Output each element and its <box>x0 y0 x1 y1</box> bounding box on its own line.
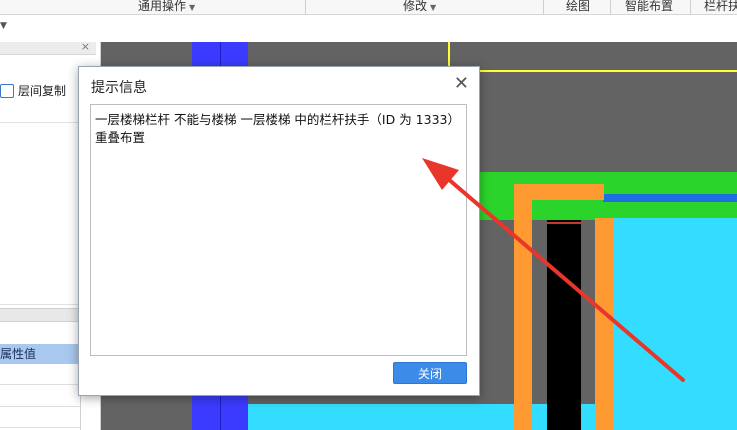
chevron-down-icon: ▼ <box>189 3 196 12</box>
ribbon-bar: 通用操作 ▼ 修改 ▼ 绘图 智能布置 栏杆扶 <box>0 0 737 15</box>
yellow-line <box>450 70 737 72</box>
secondary-toolbar: ▼ <box>0 15 737 43</box>
ribbon-divider <box>610 0 611 14</box>
message-box: 一层楼梯栏杆 不能与楼梯 一层楼梯 中的栏杆扶手（ID 为 1333）重叠布置 <box>90 104 467 356</box>
floor-copy-button[interactable]: 层间复制 <box>0 82 66 99</box>
blue-bar[interactable] <box>603 194 737 202</box>
ribbon-menu-label: 通用操作 <box>138 0 187 13</box>
close-button[interactable]: 关闭 <box>393 362 467 384</box>
ribbon-tab-draw[interactable]: 绘图 <box>566 0 590 14</box>
ribbon-tab-railing[interactable]: 栏杆扶 <box>704 0 737 14</box>
ribbon-divider <box>543 0 544 14</box>
red-edge-line <box>547 222 581 224</box>
chevron-down-icon: ▼ <box>430 3 437 12</box>
close-icon[interactable]: × <box>81 40 90 53</box>
ribbon-divider <box>305 0 306 14</box>
chevron-down-icon[interactable]: ▼ <box>0 21 7 31</box>
copy-icon <box>0 83 14 98</box>
divider <box>0 304 80 305</box>
ribbon-tab-smart-layout[interactable]: 智能布置 <box>625 0 673 14</box>
ribbon-menu-modify[interactable]: 修改 ▼ <box>403 0 436 14</box>
floor-copy-label: 层间复制 <box>18 84 67 98</box>
table-row[interactable] <box>0 427 80 428</box>
ribbon-menu-label: 修改 <box>403 0 428 13</box>
orange-railing-left[interactable] <box>514 184 532 430</box>
table-row[interactable] <box>0 406 80 407</box>
dialog-title: 提示信息 <box>91 80 147 96</box>
orange-railing-right[interactable] <box>595 218 613 430</box>
message-text: 一层楼梯栏杆 不能与楼梯 一层楼梯 中的栏杆扶手（ID 为 1333）重叠布置 <box>95 112 460 145</box>
divider <box>0 122 80 123</box>
ribbon-divider <box>690 0 691 14</box>
cyan-floor[interactable] <box>248 404 737 430</box>
panel-header: × <box>0 40 96 55</box>
message-dialog: 提示信息 ✕ 一层楼梯栏杆 不能与楼梯 一层楼梯 中的栏杆扶手（ID 为 133… <box>78 66 480 396</box>
ribbon-menu-general-ops[interactable]: 通用操作 ▼ <box>138 0 195 14</box>
close-icon[interactable]: ✕ <box>454 73 469 94</box>
cyan-floor[interactable] <box>601 218 737 430</box>
property-value-header: 属性值 <box>0 344 78 364</box>
black-stair[interactable] <box>547 220 581 430</box>
table-row[interactable] <box>0 384 80 385</box>
property-section-header <box>0 308 80 322</box>
